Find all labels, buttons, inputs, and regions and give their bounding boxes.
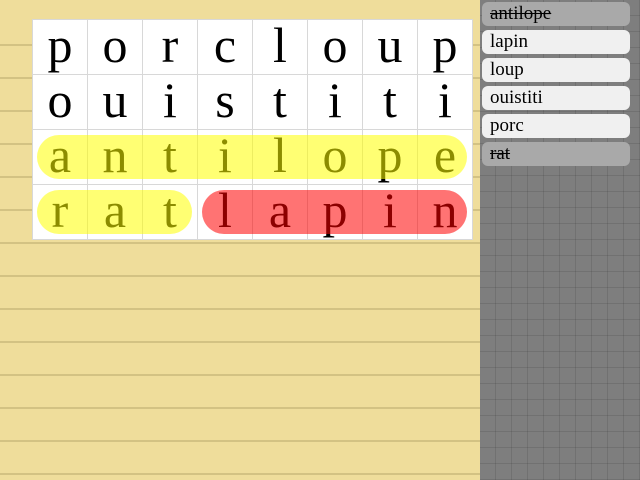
- grid-cell[interactable]: t: [252, 74, 308, 130]
- grid-cell[interactable]: i: [307, 74, 363, 130]
- grid-cell[interactable]: r: [32, 184, 88, 240]
- word-item-rat[interactable]: rat: [482, 142, 630, 166]
- grid-cell[interactable]: n: [417, 184, 473, 240]
- grid-cell[interactable]: l: [197, 184, 253, 240]
- grid-cell[interactable]: o: [32, 74, 88, 130]
- grid-cell[interactable]: p: [417, 19, 473, 75]
- grid-cell[interactable]: o: [87, 19, 143, 75]
- grid-cell[interactable]: o: [307, 19, 363, 75]
- word-item-ouistiti[interactable]: ouistiti: [482, 86, 630, 110]
- word-item-lapin[interactable]: lapin: [482, 30, 630, 54]
- grid-cell[interactable]: t: [142, 129, 198, 185]
- grid-cell[interactable]: t: [142, 184, 198, 240]
- grid-cell[interactable]: a: [87, 184, 143, 240]
- word-item-antilope[interactable]: antilope: [482, 2, 630, 26]
- word-item-loup[interactable]: loup: [482, 58, 630, 82]
- grid-cell[interactable]: p: [362, 129, 418, 185]
- word-list: antilope lapin loup ouistiti porc rat: [482, 2, 630, 170]
- grid-cell[interactable]: i: [362, 184, 418, 240]
- grid-cell[interactable]: r: [142, 19, 198, 75]
- grid-cell[interactable]: p: [32, 19, 88, 75]
- grid-cell[interactable]: a: [32, 129, 88, 185]
- grid-cell[interactable]: p: [307, 184, 363, 240]
- grid-cell[interactable]: n: [87, 129, 143, 185]
- grid-cell[interactable]: u: [362, 19, 418, 75]
- grid-cell[interactable]: e: [417, 129, 473, 185]
- grid-cell[interactable]: c: [197, 19, 253, 75]
- grid-cell[interactable]: a: [252, 184, 308, 240]
- grid-cell[interactable]: t: [362, 74, 418, 130]
- grid-cell[interactable]: i: [197, 129, 253, 185]
- grid-cell[interactable]: o: [307, 129, 363, 185]
- grid-cell[interactable]: u: [87, 74, 143, 130]
- grid-cell[interactable]: i: [142, 74, 198, 130]
- grid-cell[interactable]: s: [197, 74, 253, 130]
- grid-cell[interactable]: i: [417, 74, 473, 130]
- grid-cell[interactable]: l: [252, 129, 308, 185]
- letter-grid: p o r c l o u p o u i s t i t i a n t i …: [32, 19, 473, 240]
- word-item-porc[interactable]: porc: [482, 114, 630, 138]
- grid-cell[interactable]: l: [252, 19, 308, 75]
